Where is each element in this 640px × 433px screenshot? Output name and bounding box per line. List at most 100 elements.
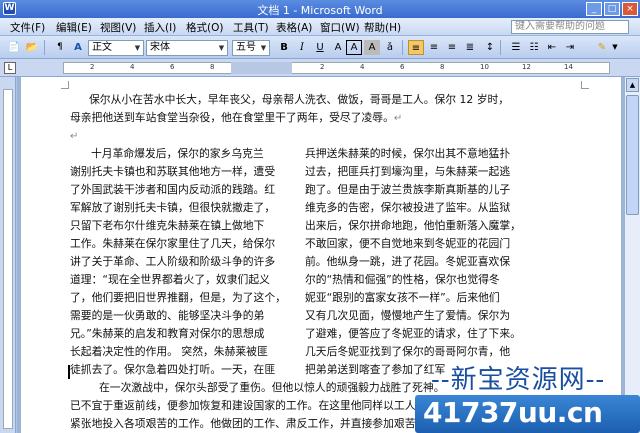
col1-line: 了，他们要把旧世界推翻，但是，为了这个， bbox=[70, 291, 286, 304]
col2-line: 过去，把匪兵打到壕沟里，与朱赫莱一起逃 bbox=[305, 165, 511, 178]
col2-line: 前。他纵身一跳，进了花园。冬妮亚喜欢保 bbox=[305, 255, 511, 268]
menu-format[interactable]: 格式(O) bbox=[186, 20, 223, 35]
menu-tools[interactable]: 工具(T) bbox=[233, 20, 269, 35]
style-value: 正文 bbox=[92, 42, 112, 53]
menu-edit[interactable]: 编辑(E) bbox=[56, 20, 92, 35]
help-search-input[interactable]: 键入需要帮助的问题 bbox=[511, 20, 629, 34]
ruler-tick: 8 bbox=[210, 63, 215, 71]
ruler-tick: 12 bbox=[522, 63, 531, 71]
col1-line: 道理：“现在全世界都着火了，奴隶们起义 bbox=[70, 273, 270, 286]
col1-line: 讲了关于革命、工人阶级和阶级斗争的许多 bbox=[70, 255, 276, 268]
distribute-icon[interactable]: ≣ bbox=[462, 40, 478, 55]
vertical-ruler[interactable] bbox=[0, 77, 16, 433]
align-right-icon[interactable]: ≡ bbox=[444, 40, 460, 55]
ruler-tick: 6 bbox=[400, 63, 405, 71]
column-gap-marker[interactable] bbox=[231, 62, 292, 74]
phonetic-guide-icon[interactable]: ǎ bbox=[382, 40, 398, 55]
col1-line: 十月革命爆发后，保尔的家乡乌克兰 bbox=[91, 147, 264, 160]
font-size-dropdown[interactable]: 五号 ▼ bbox=[232, 40, 270, 56]
horizontal-ruler[interactable]: L 2 4 6 8 2 4 6 8 10 12 14 bbox=[0, 59, 640, 77]
window-title: 文档 1 - Microsoft Word bbox=[257, 4, 383, 17]
increase-indent-icon[interactable]: ⇥ bbox=[562, 40, 578, 55]
ruler-tick: 6 bbox=[170, 63, 175, 71]
title-bar: W 文档 1 - Microsoft Word _ □ × bbox=[0, 0, 640, 18]
vertical-ruler-strip bbox=[3, 89, 13, 429]
new-document-icon[interactable]: 📄 bbox=[6, 40, 22, 55]
intro-line-text: 母亲把他送到车站食堂当杂役，他在食堂里干了两年，受尽了凌辱。 bbox=[70, 111, 394, 124]
intro-line: 母亲把他送到车站食堂当杂役，他在食堂里干了两年，受尽了凌辱。↵ bbox=[70, 109, 402, 128]
font-dropdown[interactable]: 宋体 ▼ bbox=[146, 40, 228, 56]
chevron-down-icon[interactable]: ▼ bbox=[610, 40, 620, 55]
tail-line: 在一次激战中，保尔头部受了重伤。但他以惊人的顽强毅力战胜了死神。 bbox=[99, 381, 445, 394]
menu-bar: 文件(F) 编辑(E) 视图(V) 插入(I) 格式(O) 工具(T) 表格(A… bbox=[0, 18, 640, 36]
col2-line: 妮亚“跟别的富家女孩不一样”。后来他们 bbox=[305, 291, 500, 304]
align-justify-icon[interactable]: ≡ bbox=[408, 40, 424, 55]
char-border-button[interactable]: A bbox=[346, 40, 362, 55]
font-color-icon[interactable]: A bbox=[330, 40, 346, 55]
open-folder-icon[interactable]: 📂 bbox=[24, 40, 40, 55]
col1-line: 长起着决定性的作用。 突然，朱赫莱被匪 bbox=[70, 345, 268, 358]
col1-line: 兄。”朱赫莱的启发和教育对保尔的思想成 bbox=[70, 327, 265, 340]
ruler-tick: 4 bbox=[360, 63, 365, 71]
col2-line: 尔的“热情和倔强”的性格，保尔也觉得冬 bbox=[305, 273, 500, 286]
ruler-tick: 8 bbox=[440, 63, 445, 71]
chevron-down-icon: ▼ bbox=[218, 44, 225, 52]
watermark-title: --新宝资源网-- bbox=[431, 365, 606, 395]
bullets-icon[interactable]: ☷ bbox=[526, 40, 542, 55]
line-spacing-icon[interactable]: ↕ bbox=[482, 40, 498, 55]
col1-line: 军解放了谢别托夫卡镇，但很快就撤走了， bbox=[70, 201, 276, 214]
col1-line: 工作。朱赫莱在保尔家里住了几天，给保尔 bbox=[70, 237, 276, 250]
minimize-icon[interactable]: _ bbox=[586, 2, 602, 16]
underline-button[interactable]: U bbox=[312, 40, 328, 55]
formatting-toolbar: 📄 📂 ¶ A 正文 ▼ 宋体 ▼ 五号 ▼ B I U A A A ǎ ≡ ≡… bbox=[0, 36, 640, 59]
col1-line: 了外国武装干涉者和国内反动派的践踏。红 bbox=[70, 183, 276, 196]
styles-pane-icon[interactable]: ¶ bbox=[52, 40, 68, 55]
toolbar-separator bbox=[500, 40, 501, 55]
col2-line: 出来后，保尔拼命地跑，他怕重新落入魔掌， bbox=[305, 219, 521, 232]
margin-corner bbox=[61, 81, 69, 89]
col2-line: 跑了。但是由于波兰贵族李斯真斯基的儿子 bbox=[305, 183, 511, 196]
site-watermark: --新宝资源网-- 41737uu.cn bbox=[415, 355, 640, 433]
empty-line: ↵ bbox=[70, 127, 78, 146]
paragraph-mark: ↵ bbox=[70, 131, 79, 142]
menu-file[interactable]: 文件(F) bbox=[10, 20, 45, 35]
col2-line: 兵押送朱赫莱的时候，保尔出其不意地猛扑 bbox=[305, 147, 511, 160]
char-shading-button[interactable]: A bbox=[364, 40, 380, 55]
numbering-icon[interactable]: ☰ bbox=[508, 40, 524, 55]
format-painter-icon[interactable]: A bbox=[70, 40, 86, 55]
menu-view[interactable]: 视图(V) bbox=[100, 20, 136, 35]
close-icon[interactable]: × bbox=[622, 2, 638, 16]
col2-line: 不敢回家，便不自觉地来到冬妮亚的花园门 bbox=[305, 237, 511, 250]
intro-line: 保尔从小在苦水中长大，早年丧父，母亲帮人洗衣、做饭，哥哥是工人。保尔 12 岁时… bbox=[89, 93, 510, 106]
bold-button[interactable]: B bbox=[276, 40, 292, 55]
col2-line: 了避难，便答应了冬妮亚的请求，住了下来。 bbox=[305, 327, 521, 340]
col1-line: 谢别托夫卡镇也和苏联其他地方一样，遭受 bbox=[70, 165, 276, 178]
watermark-url: 41737uu.cn bbox=[423, 396, 603, 429]
menu-help[interactable]: 帮助(H) bbox=[364, 20, 401, 35]
col1-line: 需要的是一伙勇敢的、能够坚决斗争的弟 bbox=[70, 309, 265, 322]
font-size-value: 五号 bbox=[236, 42, 256, 53]
menu-table[interactable]: 表格(A) bbox=[276, 20, 312, 35]
chevron-down-icon: ▼ bbox=[134, 44, 141, 52]
ruler-tick: 10 bbox=[480, 63, 489, 71]
highlight-icon[interactable]: ✎ bbox=[594, 40, 610, 55]
watermark-banner: 41737uu.cn bbox=[415, 395, 640, 433]
paragraph-mark: ↵ bbox=[393, 113, 403, 124]
tab-stop-selector[interactable]: L bbox=[4, 62, 16, 74]
menu-insert[interactable]: 插入(I) bbox=[144, 20, 176, 35]
toolbar-separator bbox=[402, 40, 403, 55]
col2-line: 维克多的告密，保尔被投进了监牢。从监狱 bbox=[305, 201, 511, 214]
menu-window[interactable]: 窗口(W) bbox=[320, 20, 360, 35]
ruler-tick: 2 bbox=[90, 63, 95, 71]
ruler-tick: 4 bbox=[130, 63, 135, 71]
scroll-thumb[interactable] bbox=[626, 95, 639, 215]
italic-button[interactable]: I bbox=[294, 40, 310, 55]
text-cursor bbox=[68, 365, 70, 379]
scroll-up-icon[interactable]: ▲ bbox=[626, 78, 639, 92]
maximize-icon[interactable]: □ bbox=[604, 2, 620, 16]
margin-corner bbox=[581, 81, 589, 89]
style-dropdown[interactable]: 正文 ▼ bbox=[88, 40, 144, 56]
col1-line: 徒抓去了。保尔急着四处打听。一天，在匪 bbox=[70, 363, 276, 376]
align-center-icon[interactable]: ≡ bbox=[426, 40, 442, 55]
decrease-indent-icon[interactable]: ⇤ bbox=[544, 40, 560, 55]
